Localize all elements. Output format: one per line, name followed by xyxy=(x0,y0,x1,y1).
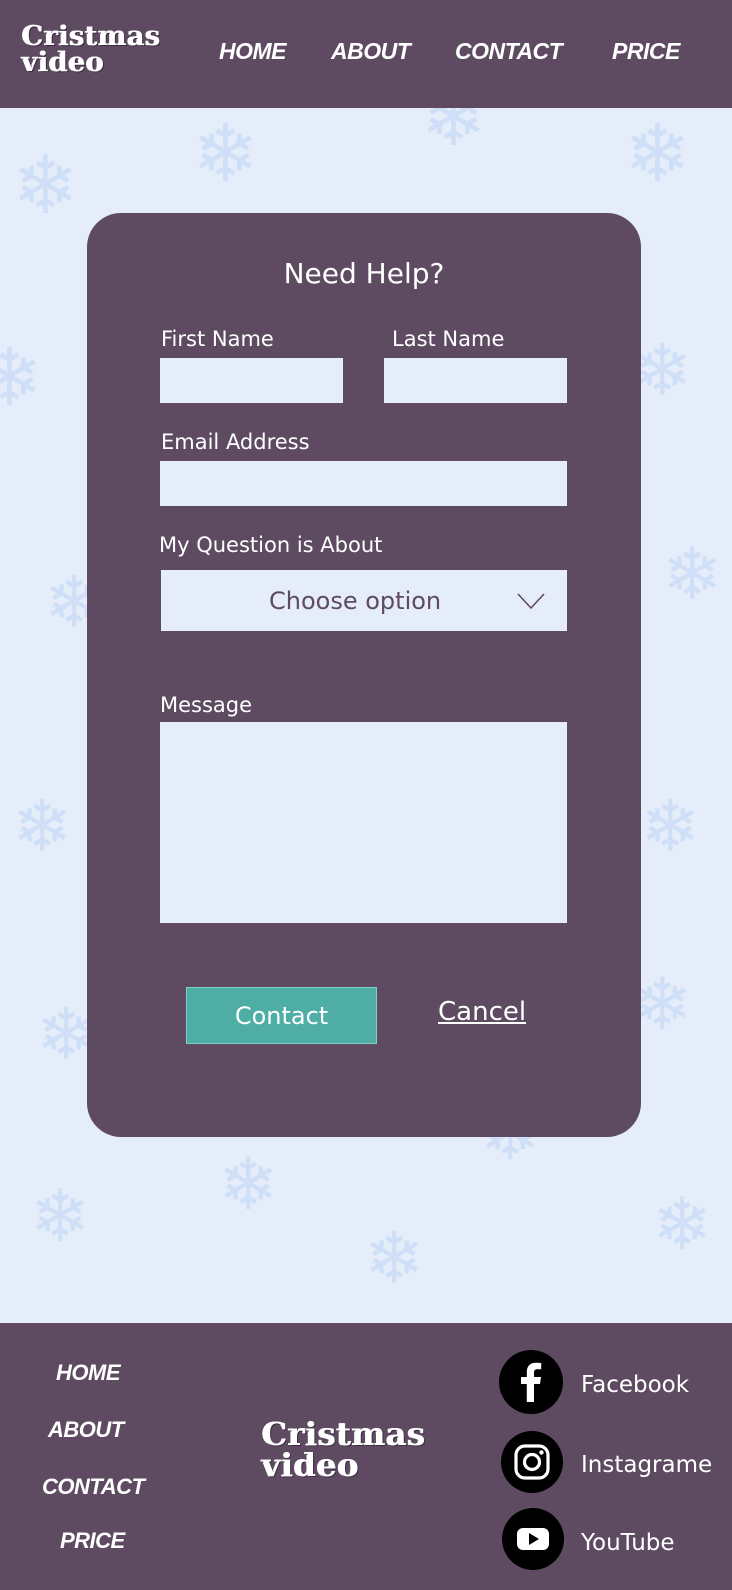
nav-home[interactable]: HOME xyxy=(219,38,287,65)
contact-button[interactable]: Contact xyxy=(186,987,377,1044)
snowflake-icon: ❄ xyxy=(652,1182,713,1266)
youtube-link[interactable]: YouTube xyxy=(581,1530,675,1556)
footer-nav-home[interactable]: HOME xyxy=(56,1360,121,1386)
snowflake-icon: ❄ xyxy=(364,1216,425,1300)
instagram-link[interactable]: Instagrame xyxy=(581,1452,712,1478)
footer-nav-price[interactable]: PRICE xyxy=(60,1528,125,1554)
site-footer: HOME ABOUT CONTACT PRICE Cristmas video … xyxy=(0,1323,732,1590)
footer-nav-about[interactable]: ABOUT xyxy=(48,1417,124,1443)
facebook-icon[interactable] xyxy=(499,1350,563,1414)
question-label: My Question is About xyxy=(159,533,383,557)
footer-brand-line-2: video xyxy=(262,1446,360,1485)
facebook-glyph xyxy=(521,1362,542,1402)
cancel-link[interactable]: Cancel xyxy=(438,997,526,1027)
contact-form-card: Need Help? First Name Last Name Email Ad… xyxy=(87,213,641,1137)
instagram-glyph xyxy=(514,1444,550,1480)
snowflake-icon: ❄ xyxy=(192,108,260,200)
site-header: Cristmas video HOME ABOUT CONTACT PRICE xyxy=(0,0,732,108)
snowflake-icon: ❄ xyxy=(12,784,73,868)
facebook-link[interactable]: Facebook xyxy=(581,1372,689,1398)
first-name-input[interactable] xyxy=(160,358,343,403)
youtube-icon[interactable] xyxy=(502,1508,564,1570)
form-title: Need Help? xyxy=(283,257,445,290)
message-label: Message xyxy=(160,693,253,717)
last-name-input[interactable] xyxy=(384,358,567,403)
chevron-down-icon xyxy=(517,593,545,610)
question-select-value: Choose option xyxy=(269,587,442,615)
snowflake-icon: ❄ xyxy=(218,1142,279,1226)
snowflake-icon: ❄ xyxy=(632,328,693,412)
footer-brand-logo[interactable]: Cristmas video xyxy=(262,1418,426,1485)
brand-line-2: video xyxy=(22,47,105,79)
snowflake-icon: ❄ xyxy=(662,532,723,616)
first-name-label: First Name xyxy=(161,327,274,351)
message-textarea[interactable] xyxy=(160,722,567,923)
nav-contact[interactable]: CONTACT xyxy=(455,38,563,65)
last-name-label: Last Name xyxy=(392,327,505,351)
instagram-icon[interactable] xyxy=(501,1431,563,1493)
email-label: Email Address xyxy=(161,430,310,454)
snowflake-icon: ❄ xyxy=(420,108,488,164)
brand-logo[interactable]: Cristmas video xyxy=(22,23,161,79)
nav-about[interactable]: ABOUT xyxy=(331,38,411,65)
snowflake-icon: ❄ xyxy=(624,108,692,200)
question-select[interactable]: Choose option xyxy=(161,570,567,631)
snowflake-icon: ❄ xyxy=(12,139,80,232)
nav-price[interactable]: PRICE xyxy=(612,38,680,65)
snowflake-icon: ❄ xyxy=(640,784,701,868)
snowflake-icon: ❄ xyxy=(30,1174,91,1258)
youtube-glyph xyxy=(517,1528,549,1550)
snowflake-icon: ❄ xyxy=(632,962,693,1046)
snowflake-icon: ❄ xyxy=(0,331,44,424)
footer-nav-contact[interactable]: CONTACT xyxy=(42,1474,145,1500)
email-input[interactable] xyxy=(160,461,567,506)
